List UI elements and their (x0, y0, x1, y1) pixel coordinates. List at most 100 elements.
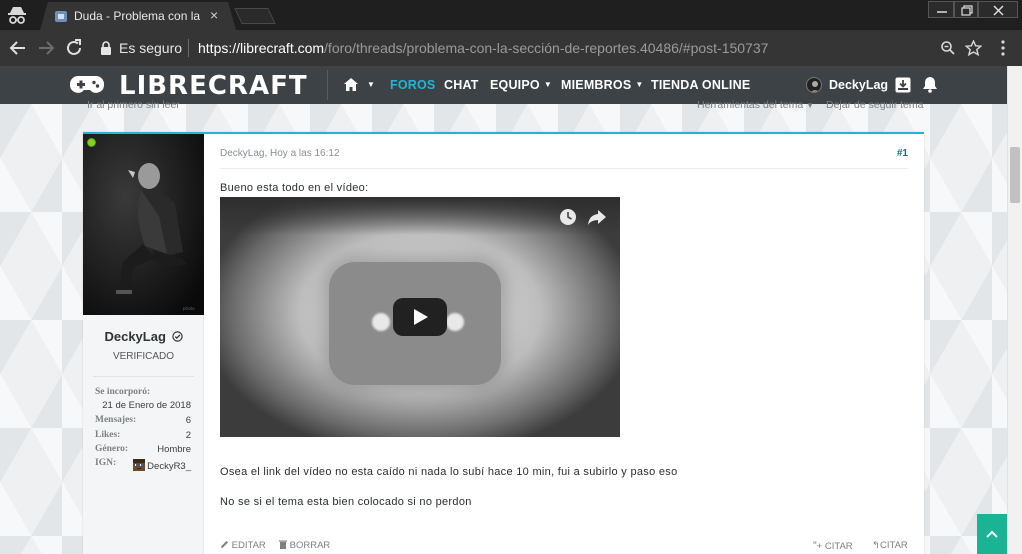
reply-arrow-icon: ↰ (872, 540, 880, 551)
back-icon[interactable] (6, 36, 30, 60)
close-icon (993, 5, 1004, 16)
share-icon[interactable] (587, 208, 607, 226)
post-text-line: Osea el link del vídeo no esta caído ni … (220, 466, 678, 478)
menu-icon[interactable] (1000, 40, 1006, 56)
site-logo[interactable]: LIBRECRAFT (119, 71, 308, 101)
browser-tab[interactable]: Duda - Problema con la sección de report… (40, 2, 236, 30)
post-number[interactable]: #1 (897, 148, 908, 159)
delete-link[interactable]: BORRAR (279, 540, 330, 551)
chevron-down-icon: ▼ (543, 80, 552, 89)
author-title: VERIFICADO (112, 351, 175, 362)
stat-label-joined: Se incorporó: (95, 387, 151, 397)
youtube-embed[interactable] (220, 197, 620, 437)
stat-value-joined: 21 de Enero de 2018 (102, 400, 191, 411)
author-pane: photo DeckyLag VERIFICADO Se incorporó: … (83, 134, 204, 554)
nav-chat[interactable]: CHAT (444, 78, 479, 92)
chevron-up-icon (986, 530, 998, 538)
stat-value-gender: Hombre (157, 444, 191, 455)
url-domain: https://librecraft.com (198, 40, 325, 56)
forward-icon[interactable] (34, 36, 58, 60)
verified-check-icon (171, 331, 183, 342)
favicon-icon (55, 11, 67, 22)
author-name-label: DeckyLag (104, 329, 166, 344)
chevron-down-icon: ▼ (635, 80, 644, 89)
nav-separator (327, 70, 328, 100)
stat-label-gender: Género: (95, 444, 129, 454)
home-icon[interactable] (344, 78, 358, 91)
nav-equipo-label: EQUIPO (490, 78, 540, 92)
security-label: Es seguro (119, 40, 183, 56)
nav-foros[interactable]: FOROS (390, 78, 435, 92)
placeholder-dot (446, 313, 464, 331)
online-indicator (87, 138, 96, 147)
restore-icon (961, 5, 973, 16)
author-avatar[interactable]: photo (83, 134, 204, 315)
thread-tools-link[interactable]: Herramientas del tema ▼ (697, 99, 814, 111)
chevron-down-icon: ▼ (806, 101, 815, 110)
multi-quote-label: + CITAR (816, 541, 853, 552)
multi-quote-link[interactable]: ”+ CITAR (813, 540, 853, 552)
nav-miembros-label: MIEMBROS (561, 78, 632, 92)
stat-value-messages: 6 (185, 415, 191, 426)
new-tab-button[interactable] (234, 8, 276, 24)
trash-icon (279, 540, 287, 549)
play-icon (414, 309, 428, 325)
url-text[interactable]: https://librecraft.com/foro/threads/prob… (198, 40, 768, 56)
edit-link[interactable]: EDITAR (220, 540, 266, 551)
watch-later-icon[interactable] (559, 208, 577, 226)
avatar-photo: photo (83, 134, 204, 315)
home-caret-icon[interactable]: ▼ (363, 78, 375, 92)
ign-value: DeckyR3_ (147, 461, 191, 472)
nav-tienda[interactable]: TIENDA ONLINE (651, 78, 750, 92)
reload-icon[interactable] (62, 36, 86, 60)
zoom-icon[interactable] (940, 40, 956, 56)
minimize-button[interactable] (928, 1, 954, 18)
edit-label: EDITAR (231, 540, 266, 551)
lock-icon (101, 41, 111, 55)
post-meta[interactable]: DeckyLag, Hoy a las 16:12 (220, 148, 340, 159)
address-separator (188, 39, 189, 57)
post-text-line: No se si el tema esta bien colocado si n… (220, 496, 472, 508)
pencil-icon (221, 541, 228, 548)
quote-link[interactable]: ↰CITAR (872, 540, 908, 551)
user-name[interactable]: DeckyLag (829, 78, 888, 92)
author-divider (93, 376, 194, 377)
page-scrollbar[interactable] (1007, 66, 1022, 554)
first-unread-link[interactable]: Ir al primero sin leer (87, 99, 180, 111)
gamepad-logo-icon[interactable] (70, 73, 104, 97)
nav-equipo[interactable]: EQUIPO ▼ (490, 78, 552, 92)
star-icon[interactable] (965, 40, 982, 56)
close-window-button[interactable] (978, 1, 1018, 18)
play-button[interactable] (393, 298, 447, 336)
quote-label: CITAR (879, 540, 908, 551)
delete-label: BORRAR (289, 540, 331, 551)
placeholder-dot (372, 313, 390, 331)
back-to-top-button[interactable] (977, 514, 1007, 554)
browser-toolbar: Es seguro https://librecraft.com/foro/th… (0, 30, 1022, 66)
browser-titlebar: Duda - Problema con la sección de report… (0, 0, 1022, 30)
author-name[interactable]: DeckyLag (83, 329, 204, 344)
stat-label-likes: Likes: (95, 430, 121, 440)
tab-title: Duda - Problema con la sección de report… (74, 9, 202, 23)
thread-tools-label: Herramientas del tema (697, 99, 804, 111)
url-path: /foro/threads/problema-con-la-sección-de… (324, 40, 769, 56)
tab-close-icon[interactable]: × (210, 7, 218, 23)
stat-label-messages: Mensajes: (95, 415, 137, 425)
restore-button[interactable] (954, 1, 978, 18)
scrollbar-thumb[interactable] (1010, 147, 1020, 203)
minecraft-head-icon (133, 459, 146, 471)
meta-divider (220, 168, 908, 169)
stat-value-likes: 2 (185, 430, 191, 441)
stat-value-ign: DeckyR3_ (133, 459, 191, 472)
unwatch-thread-link[interactable]: Dejar de seguir tema (826, 99, 923, 111)
post-text-line: Bueno esta todo en el vídeo: (220, 182, 369, 194)
forum-post: photo DeckyLag VERIFICADO Se incorporó: … (83, 132, 924, 554)
inbox-icon[interactable] (895, 77, 911, 93)
stat-label-ign: IGN: (95, 458, 117, 468)
user-avatar[interactable] (806, 77, 822, 93)
nav-miembros[interactable]: MIEMBROS ▼ (561, 78, 643, 92)
minimize-icon (937, 11, 947, 13)
bell-icon[interactable] (922, 76, 938, 93)
incognito-icon (8, 7, 26, 24)
address-bar[interactable]: Es seguro https://librecraft.com/foro/th… (92, 34, 994, 62)
